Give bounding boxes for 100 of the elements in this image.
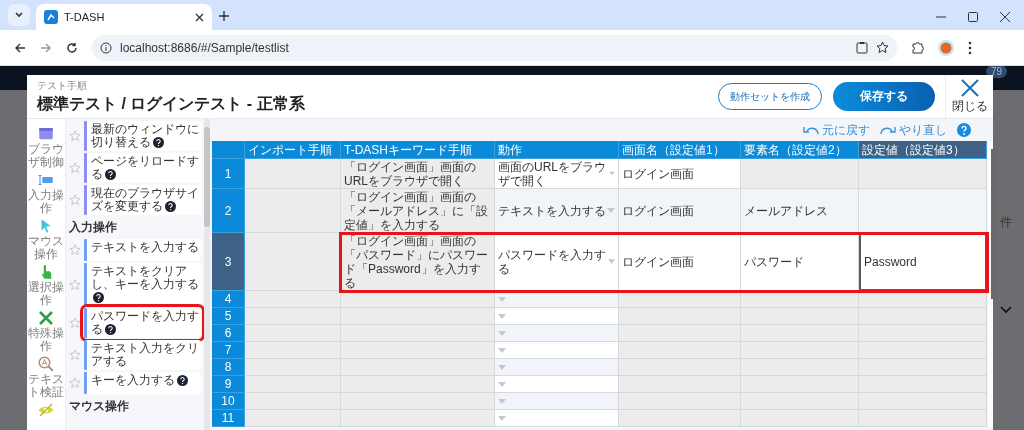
table-cell[interactable] [245, 159, 341, 189]
action-item[interactable]: テキストを入力する [84, 239, 201, 261]
close-icon[interactable] [1000, 12, 1010, 22]
undo-button[interactable]: 元に戻す [803, 121, 870, 139]
action-dropdown[interactable]: テキストを入力する [495, 189, 619, 233]
row-number[interactable]: 4 [212, 291, 245, 308]
category-label[interactable]: 特殊操作 [27, 327, 65, 353]
star-icon[interactable] [69, 194, 81, 206]
category-label[interactable]: 選択操作 [27, 281, 65, 307]
table-cell[interactable]: Password [859, 233, 987, 291]
column-header[interactable]: T-DASHキーワード手順 [341, 141, 495, 159]
table-cell[interactable] [619, 393, 741, 410]
star-icon[interactable] [69, 317, 81, 329]
table-cell[interactable] [859, 376, 987, 393]
table-cell[interactable] [619, 325, 741, 342]
eye-slash-icon[interactable] [37, 401, 55, 419]
table-cell[interactable] [245, 325, 341, 342]
table-cell[interactable] [245, 189, 341, 233]
row-number[interactable]: 8 [212, 359, 245, 376]
table-cell[interactable] [859, 308, 987, 325]
star-icon[interactable] [69, 162, 81, 174]
menu-icon[interactable] [968, 40, 972, 55]
table-cell[interactable] [245, 308, 341, 325]
row-number[interactable]: 11 [212, 410, 245, 427]
reload-icon[interactable] [66, 41, 78, 54]
action-item[interactable]: ページをリロードする [84, 153, 201, 183]
action-dropdown[interactable]: パスワードを入力する [495, 233, 619, 291]
table-cell[interactable] [245, 233, 341, 291]
action-item[interactable]: 現在のブラウザサイズを変更する [84, 185, 201, 215]
row-number[interactable]: 9 [212, 376, 245, 393]
star-icon[interactable] [69, 244, 81, 256]
table-cell[interactable]: ログイン画面 [619, 233, 741, 291]
table-cell[interactable] [741, 159, 859, 189]
maximize-icon[interactable] [968, 12, 978, 22]
bookmark-star-icon[interactable] [876, 41, 889, 54]
table-cell[interactable] [245, 359, 341, 376]
table-cell[interactable] [245, 376, 341, 393]
action-dropdown[interactable]: 画面のURLをブラウザで開く [495, 159, 619, 189]
tab-list-button[interactable] [8, 4, 30, 26]
row-number[interactable]: 5 [212, 308, 245, 325]
avatar-icon[interactable] [938, 39, 954, 56]
table-cell[interactable] [741, 410, 859, 427]
column-header[interactable]: インポート手順 [245, 141, 341, 159]
action-item[interactable]: キーを入力する [84, 372, 201, 394]
action-item[interactable]: テキストをクリアし、キーを入力する [84, 263, 201, 306]
category-label[interactable]: マウス操作 [27, 235, 65, 261]
column-header[interactable]: 要素名（設定値2） [741, 141, 859, 159]
table-cell[interactable] [619, 410, 741, 427]
table-cell[interactable]: ログイン画面 [619, 159, 741, 189]
forward-icon[interactable] [40, 41, 52, 54]
row-number[interactable]: 3 [212, 233, 245, 291]
close-icon[interactable] [195, 12, 204, 22]
table-cell[interactable] [619, 308, 741, 325]
action-item[interactable]: 最新のウィンドウに切り替える [84, 121, 201, 151]
category-label[interactable]: ブラウザ制御 [27, 143, 65, 169]
row-number[interactable]: 10 [212, 393, 245, 410]
table-cell[interactable] [859, 393, 987, 410]
row-number[interactable]: 2 [212, 189, 245, 233]
table-cell[interactable] [859, 342, 987, 359]
row-number[interactable]: 7 [212, 342, 245, 359]
table-cell[interactable] [245, 342, 341, 359]
extensions-icon[interactable] [911, 41, 924, 54]
undo-icon [803, 125, 819, 135]
new-tab-icon[interactable] [218, 10, 230, 22]
help-icon[interactable] [957, 123, 971, 137]
star-icon[interactable] [69, 349, 81, 361]
column-header[interactable]: 動作 [495, 141, 619, 159]
column-header[interactable]: 画面名（設定値1） [619, 141, 741, 159]
category-label[interactable]: テキスト検証 [27, 373, 65, 399]
star-icon[interactable] [69, 130, 81, 142]
row-number[interactable]: 6 [212, 325, 245, 342]
browser-tab[interactable]: T-DASH [36, 4, 212, 30]
table-cell[interactable] [245, 291, 341, 308]
table-cell[interactable] [619, 359, 741, 376]
back-icon[interactable] [14, 41, 26, 54]
row-number[interactable]: 1 [212, 159, 245, 189]
table-cell[interactable] [859, 359, 987, 376]
column-header[interactable]: 設定値（設定値3） [859, 141, 987, 159]
star-icon[interactable] [69, 278, 81, 291]
table-cell[interactable] [859, 159, 987, 189]
table-cell[interactable] [245, 393, 341, 410]
redo-button[interactable]: やり直し [880, 121, 947, 139]
save-button[interactable]: 保存する [833, 82, 935, 111]
table-cell[interactable] [245, 410, 341, 427]
category-label[interactable]: 入力操作 [27, 189, 65, 215]
action-item[interactable]: テキスト入力をクリアする [84, 340, 201, 370]
clipboard-icon[interactable] [856, 41, 868, 54]
table-cell[interactable] [619, 376, 741, 393]
star-icon[interactable] [69, 377, 81, 389]
header-corner[interactable] [212, 141, 245, 159]
create-set-button[interactable]: 動作セットを作成 [718, 83, 822, 110]
info-icon[interactable] [100, 41, 112, 54]
magnifier-icon[interactable] [37, 355, 55, 373]
table-cell[interactable]: パスワード [741, 233, 859, 291]
table-cell[interactable] [859, 410, 987, 427]
tools-icon[interactable] [37, 309, 55, 327]
table-cell[interactable] [619, 342, 741, 359]
address-field[interactable]: localhost:8686/#/Sample/testlist [92, 34, 897, 61]
table-cell[interactable] [859, 325, 987, 342]
scrollbar[interactable] [204, 119, 210, 430]
